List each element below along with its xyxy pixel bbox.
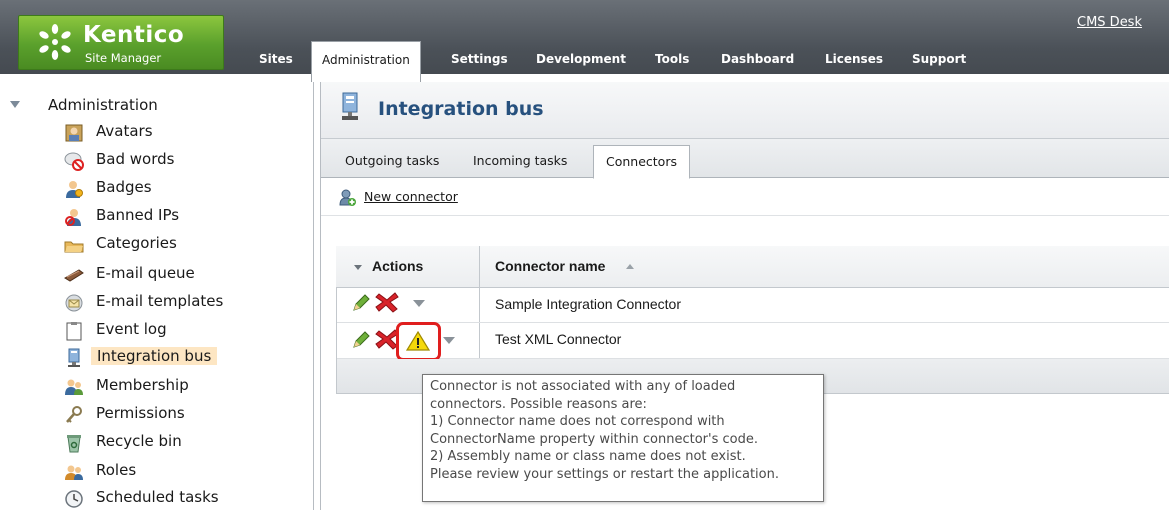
integration-bus-icon bbox=[68, 348, 80, 367]
more-actions-arrow-icon[interactable] bbox=[413, 300, 425, 307]
kentico-logo-icon bbox=[39, 24, 71, 60]
tree-item-integration-bus[interactable]: Integration bus bbox=[64, 345, 304, 371]
integration-bus-icon bbox=[342, 92, 358, 120]
nav-tab-administration[interactable]: Administration bbox=[311, 41, 421, 82]
bad-words-icon bbox=[64, 152, 84, 171]
nav-tab-settings[interactable]: Settings bbox=[451, 52, 508, 74]
column-header-actions: Actions bbox=[372, 258, 424, 274]
avatar-icon bbox=[65, 124, 83, 142]
recycle-bin-icon bbox=[67, 435, 81, 453]
header-bottom-strip bbox=[0, 74, 1169, 82]
clock-icon bbox=[65, 490, 83, 508]
tree-item-label: Banned IPs bbox=[96, 206, 180, 224]
panel-splitter[interactable] bbox=[313, 82, 321, 510]
tree-item-recycle-bin[interactable]: Recycle bin bbox=[64, 430, 304, 456]
tree-root-administration[interactable]: Administration bbox=[48, 96, 158, 114]
tree-item-label: Badges bbox=[96, 178, 152, 196]
connector-name-cell: Sample Integration Connector bbox=[495, 296, 681, 312]
tree-item-label: Roles bbox=[96, 461, 137, 479]
email-template-icon bbox=[65, 294, 83, 312]
tree-item-label: E-mail queue bbox=[96, 264, 195, 282]
categories-icon bbox=[64, 241, 84, 253]
new-connector-icon[interactable] bbox=[338, 188, 356, 206]
connector-name-cell: Test XML Connector bbox=[495, 331, 622, 347]
kentico-logo[interactable]: Kentico Site Manager bbox=[18, 15, 224, 70]
cms-desk-link[interactable]: CMS Desk bbox=[1077, 15, 1142, 30]
nav-tab-tools[interactable]: Tools bbox=[655, 52, 689, 74]
sort-ascending-icon[interactable] bbox=[626, 264, 634, 269]
tooltip-line: connectors. Possible reasons are: bbox=[430, 396, 647, 412]
table-row bbox=[337, 324, 1169, 359]
tab-outgoing-tasks[interactable]: Outgoing tasks bbox=[345, 153, 439, 168]
tree-expand-arrow-icon[interactable] bbox=[10, 101, 20, 108]
badge-icon bbox=[66, 181, 83, 198]
tab-connectors[interactable]: Connectors bbox=[593, 145, 690, 179]
logo-subtitle: Site Manager bbox=[85, 51, 162, 65]
tooltip-line: Connector is not associated with any of … bbox=[430, 379, 736, 394]
tree-item-bad-words[interactable]: Bad words bbox=[64, 148, 304, 174]
table-row bbox=[337, 288, 1169, 323]
tooltip-line: ConnectorName property within connector'… bbox=[430, 431, 758, 447]
warning-highlight-box bbox=[396, 322, 441, 361]
tree-item-label: Permissions bbox=[96, 404, 185, 422]
tree-item-label: Integration bus bbox=[91, 347, 218, 365]
actions-menu-arrow-icon[interactable] bbox=[354, 265, 362, 270]
tooltip-line: 2) Assembly name or class name does not … bbox=[430, 449, 746, 464]
delete-x-icon[interactable] bbox=[375, 291, 399, 313]
roles-icon bbox=[65, 465, 83, 480]
tree-item-email-queue[interactable]: E-mail queue bbox=[64, 262, 304, 288]
more-actions-arrow-icon[interactable] bbox=[443, 337, 455, 344]
toolbar-divider bbox=[321, 215, 1169, 216]
tree-item-permissions[interactable]: Permissions bbox=[64, 402, 304, 428]
banned-ip-icon bbox=[65, 209, 81, 226]
column-header-connector-name[interactable]: Connector name bbox=[495, 258, 605, 274]
tree-item-email-templates[interactable]: E-mail templates bbox=[64, 290, 304, 316]
tree-item-label: Event log bbox=[96, 320, 167, 338]
tree-item-event-log[interactable]: Event log bbox=[64, 318, 304, 344]
email-queue-icon bbox=[64, 269, 84, 282]
nav-tab-development[interactable]: Development bbox=[536, 52, 626, 74]
tooltip-line: Please review your settings or restart t… bbox=[430, 466, 779, 482]
tree-item-label: Bad words bbox=[96, 150, 175, 168]
tree-item-scheduled-tasks[interactable]: Scheduled tasks bbox=[64, 486, 304, 510]
nav-tab-licenses[interactable]: Licenses bbox=[825, 52, 883, 74]
event-log-icon bbox=[66, 322, 82, 341]
tree-item-label: E-mail templates bbox=[96, 292, 224, 310]
tree-item-label: Categories bbox=[96, 234, 177, 252]
logo-name: Kentico bbox=[83, 22, 185, 48]
tree-item-label: Recycle bin bbox=[96, 432, 182, 450]
tree-item-avatars[interactable]: Avatars bbox=[64, 120, 304, 146]
nav-tab-dashboard[interactable]: Dashboard bbox=[721, 52, 794, 74]
warning-tooltip: Connector is not associated with any of … bbox=[422, 374, 824, 502]
permissions-icon bbox=[66, 406, 82, 423]
tooltip-line: 1) Connector name does not correspond wi… bbox=[430, 414, 725, 429]
tree-item-label: Membership bbox=[96, 376, 189, 394]
tree-item-roles[interactable]: Roles bbox=[64, 459, 304, 485]
edit-pencil-icon[interactable] bbox=[351, 330, 371, 350]
nav-tab-sites[interactable]: Sites bbox=[259, 52, 293, 74]
sub-tabs-bar bbox=[321, 139, 1169, 178]
nav-tab-support[interactable]: Support bbox=[912, 52, 966, 74]
tree-item-badges[interactable]: Badges bbox=[64, 176, 304, 202]
edit-pencil-icon[interactable] bbox=[351, 293, 371, 313]
new-connector-link[interactable]: New connector bbox=[364, 189, 458, 204]
grid-header bbox=[336, 246, 1169, 288]
tree-item-categories[interactable]: Categories bbox=[64, 232, 304, 258]
membership-icon bbox=[65, 379, 83, 395]
tree-item-label: Avatars bbox=[96, 122, 153, 140]
tree-item-membership[interactable]: Membership bbox=[64, 374, 304, 400]
tab-incoming-tasks[interactable]: Incoming tasks bbox=[473, 153, 567, 168]
page-title: Integration bus bbox=[378, 98, 544, 120]
tree-item-label: Scheduled tasks bbox=[96, 488, 219, 506]
tree-item-banned-ips[interactable]: Banned IPs bbox=[64, 204, 304, 230]
